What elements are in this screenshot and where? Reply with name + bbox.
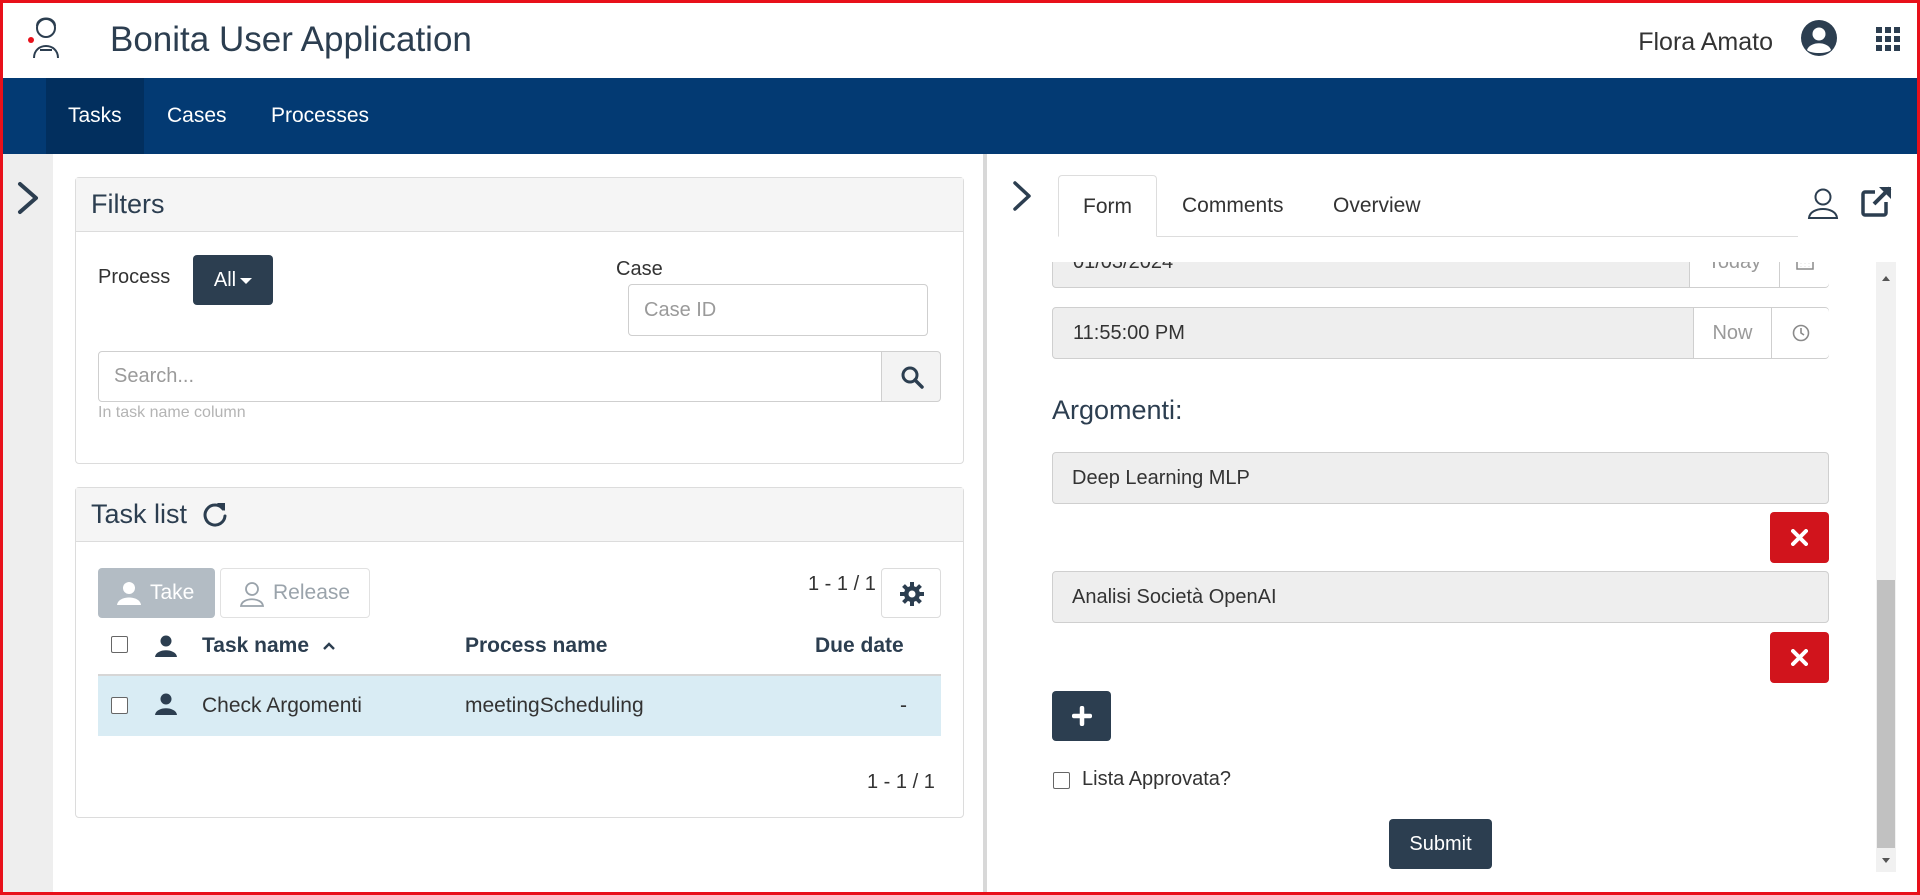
take-button[interactable]: Take bbox=[98, 568, 215, 618]
gear-icon bbox=[900, 582, 924, 606]
bonita-logo-icon[interactable] bbox=[24, 14, 68, 60]
approved-label: Lista Approvata? bbox=[1082, 768, 1231, 790]
process-filter-dropdown[interactable]: All bbox=[193, 255, 273, 305]
clock-icon bbox=[1792, 324, 1809, 342]
argomento-input[interactable]: Deep Learning MLP bbox=[1052, 452, 1829, 504]
row-process-name: meetingScheduling bbox=[465, 694, 644, 717]
process-label: Process bbox=[98, 266, 171, 288]
column-settings-button[interactable] bbox=[881, 568, 941, 618]
select-all-checkbox[interactable] bbox=[111, 636, 128, 653]
tab-comments[interactable]: Comments bbox=[1158, 175, 1308, 237]
row-task-name[interactable]: Check Argomenti bbox=[202, 694, 362, 718]
nav-cases[interactable]: Cases bbox=[145, 78, 249, 154]
submit-button[interactable]: Submit bbox=[1389, 819, 1492, 869]
row-checkbox[interactable] bbox=[111, 697, 128, 714]
clock-button[interactable] bbox=[1771, 308, 1829, 358]
now-button[interactable]: Now bbox=[1693, 308, 1771, 358]
date-value: 01/03/2024 bbox=[1073, 262, 1174, 273]
plus-icon bbox=[1072, 706, 1092, 726]
time-value: 11:55:00 PM bbox=[1073, 322, 1185, 344]
take-label: Take bbox=[150, 581, 195, 604]
assignee-column-icon bbox=[155, 635, 177, 657]
tab-overview[interactable]: Overview bbox=[1309, 175, 1445, 237]
remove-argomento-button[interactable] bbox=[1770, 512, 1829, 563]
scroll-down-icon[interactable] bbox=[1880, 855, 1892, 867]
refresh-icon[interactable] bbox=[201, 500, 229, 528]
panel-divider[interactable] bbox=[983, 154, 987, 895]
search-icon bbox=[901, 366, 924, 389]
case-label: Case bbox=[616, 258, 663, 280]
release-button[interactable]: Release bbox=[220, 568, 370, 618]
argomento-input[interactable]: Analisi Società OpenAI bbox=[1052, 571, 1829, 623]
calendar-icon bbox=[1795, 262, 1814, 270]
approved-checkbox[interactable] bbox=[1053, 772, 1070, 789]
chevron-right-icon[interactable] bbox=[16, 180, 40, 216]
main-nav: Tasks Cases Processes bbox=[0, 78, 1920, 154]
column-due-date[interactable]: Due date bbox=[815, 634, 904, 658]
user-outline-icon bbox=[239, 582, 265, 607]
time-field[interactable]: 11:55:00 PM Now bbox=[1052, 307, 1829, 359]
pager-top: 1 - 1 / 1 bbox=[808, 573, 876, 595]
scrollbar-thumb[interactable] bbox=[1877, 580, 1895, 848]
add-argomento-button[interactable] bbox=[1052, 691, 1111, 741]
apps-grid-icon[interactable] bbox=[1876, 27, 1900, 51]
process-filter-value: All bbox=[213, 269, 237, 291]
assign-user-icon[interactable] bbox=[1806, 186, 1840, 220]
nav-processes[interactable]: Processes bbox=[249, 78, 391, 154]
column-task-name-label: Task name bbox=[202, 634, 309, 657]
case-id-input[interactable]: Case ID bbox=[628, 284, 928, 336]
column-process-name[interactable]: Process name bbox=[465, 634, 607, 658]
nav-tasks[interactable]: Tasks bbox=[46, 78, 144, 154]
tab-form[interactable]: Form bbox=[1058, 175, 1157, 237]
argomenti-title: Argomenti: bbox=[1052, 395, 1183, 425]
search-input[interactable]: Search... bbox=[98, 351, 882, 402]
today-button[interactable]: Today bbox=[1689, 262, 1779, 287]
remove-argomento-button[interactable] bbox=[1770, 632, 1829, 683]
search-hint: In task name column bbox=[98, 404, 246, 421]
external-link-icon[interactable] bbox=[1860, 184, 1894, 218]
assigned-user-icon bbox=[155, 693, 177, 715]
row-due-date: - bbox=[900, 694, 907, 717]
filters-toggle-gutter bbox=[3, 154, 53, 895]
filters-title: Filters bbox=[76, 178, 963, 232]
close-icon bbox=[1791, 649, 1808, 666]
scroll-up-icon[interactable] bbox=[1880, 272, 1892, 284]
user-circle-icon[interactable] bbox=[1800, 19, 1838, 57]
user-name[interactable]: Flora Amato bbox=[1638, 28, 1773, 57]
search-button[interactable] bbox=[881, 351, 941, 402]
close-icon bbox=[1791, 529, 1808, 546]
caret-down-icon bbox=[240, 277, 253, 284]
user-icon bbox=[117, 582, 141, 605]
chevron-right-icon[interactable] bbox=[1011, 179, 1033, 213]
top-header: Bonita User Application Flora Amato bbox=[0, 0, 1920, 78]
column-task-name[interactable]: Task name bbox=[202, 634, 335, 658]
date-field[interactable]: 01/03/2024 Today bbox=[1052, 262, 1829, 288]
app-title: Bonita User Application bbox=[110, 20, 472, 59]
pager-bottom: 1 - 1 / 1 bbox=[867, 771, 935, 793]
calendar-button[interactable] bbox=[1779, 262, 1829, 287]
release-label: Release bbox=[273, 581, 351, 604]
sort-ascending-icon bbox=[322, 642, 335, 651]
